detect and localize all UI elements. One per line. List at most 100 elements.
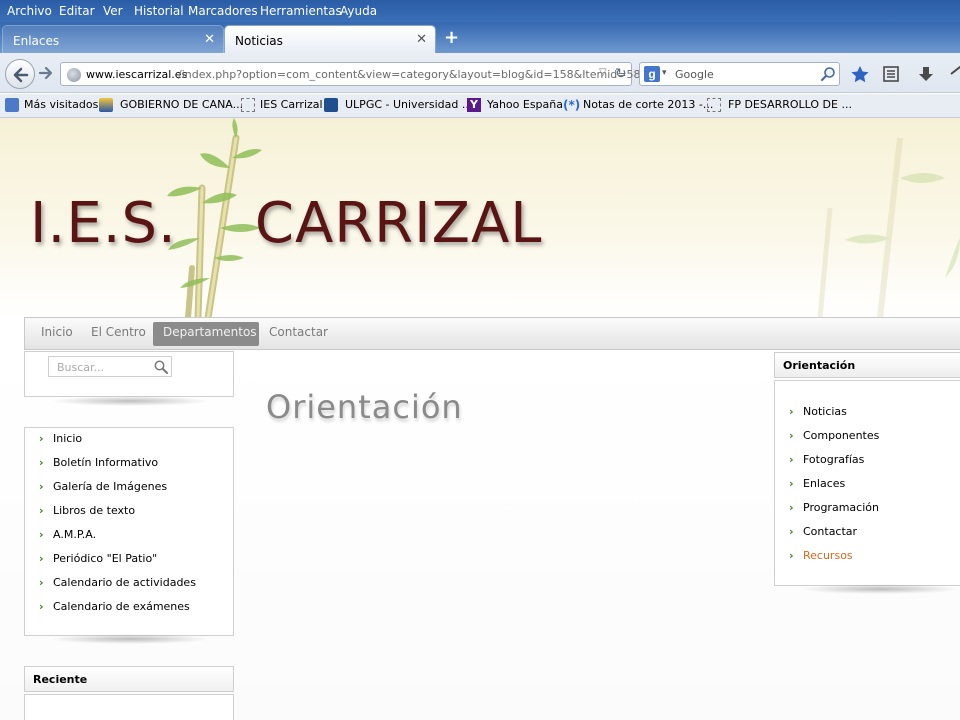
- right-item-enlaces[interactable]: › Enlaces: [789, 477, 845, 490]
- chevron-right-icon: ›: [789, 453, 794, 466]
- bookmark-ulpgc[interactable]: ULPGC - Universidad ...: [345, 98, 472, 111]
- recent-panel: [24, 694, 234, 720]
- url-bar[interactable]: www.iescarrizal.es /index.php?option=com…: [60, 62, 647, 86]
- menu-item-boletin[interactable]: › Boletín Informativo: [39, 456, 158, 469]
- globe-icon: [67, 68, 81, 82]
- url-host: www.iescarrizal.es: [86, 68, 188, 81]
- nav-inicio[interactable]: Inicio: [41, 325, 73, 339]
- menu-herramientas[interactable]: Herramientas: [260, 4, 342, 18]
- site-search-placeholder: Buscar...: [57, 361, 105, 374]
- right-panel: › Noticias › Componentes › Fotografías › Enl…: [774, 380, 960, 586]
- bookmark-yahoo[interactable]: Yahoo España: [487, 98, 563, 111]
- new-tab-button[interactable]: +: [444, 27, 459, 48]
- right-panel-header: Orientación: [774, 352, 960, 378]
- right-item-contactar[interactable]: › Contactar: [789, 525, 857, 538]
- chevron-right-icon: ›: [789, 549, 794, 562]
- chevron-right-icon: ›: [789, 429, 794, 442]
- menu-historial[interactable]: Historial: [134, 4, 184, 18]
- bookmarks-list-icon[interactable]: [882, 65, 900, 83]
- chevron-right-icon: ›: [789, 477, 794, 490]
- search-bar[interactable]: g ▾ Google: [639, 62, 840, 86]
- navigation-toolbar: www.iescarrizal.es /index.php?option=com…: [0, 53, 960, 93]
- right-item-fotografias[interactable]: › Fotografías: [789, 453, 864, 466]
- right-item-componentes[interactable]: › Componentes: [789, 429, 879, 442]
- chevron-right-icon: ›: [39, 528, 44, 541]
- menu-item-ampa[interactable]: › A.M.P.A.: [39, 528, 96, 541]
- reload-icon[interactable]: ↻: [615, 66, 627, 82]
- logo-carrizal: CARRIZAL: [254, 191, 543, 256]
- nav-el-centro[interactable]: El Centro: [91, 325, 146, 339]
- nav-contactar[interactable]: Contactar: [269, 325, 328, 339]
- main-nav: Inicio El Centro Departamentos Contactar: [24, 317, 960, 350]
- chevron-right-icon: ›: [39, 480, 44, 493]
- menu-marcadores[interactable]: Marcadores: [188, 4, 258, 18]
- dropdown-arrow-icon[interactable]: ▽: [599, 67, 607, 78]
- close-icon[interactable]: ✕: [416, 32, 427, 47]
- menu-item-libros[interactable]: › Libros de texto: [39, 504, 135, 517]
- bamboo-decoration: [817, 137, 960, 318]
- recent-title: Reciente: [33, 673, 88, 686]
- search-panel: Buscar...: [24, 351, 234, 397]
- forward-arrow-icon[interactable]: [38, 65, 54, 81]
- recent-panel-header: Reciente: [24, 666, 234, 692]
- right-item-noticias[interactable]: › Noticias: [789, 405, 847, 418]
- search-placeholder: Google: [675, 68, 714, 81]
- tab-enlaces[interactable]: Enlaces ✕: [2, 25, 224, 53]
- bookmark-ies-carrizal[interactable]: IES Carrizal: [260, 98, 323, 111]
- home-icon[interactable]: [950, 65, 960, 83]
- chevron-right-icon: ›: [789, 525, 794, 538]
- right-item-programacion[interactable]: › Programación: [789, 501, 879, 514]
- close-icon[interactable]: ✕: [204, 32, 215, 47]
- page-content: I.E.S. CARRIZAL Inicio El Centro Departam…: [0, 118, 960, 720]
- menu-editar[interactable]: Editar: [59, 4, 95, 18]
- back-button[interactable]: [5, 59, 35, 89]
- chevron-right-icon: ›: [789, 405, 794, 418]
- left-menu: › Inicio › Boletín Informativo › Galería de…: [24, 427, 234, 636]
- bookmark-mas-visitados[interactable]: Más visitados: [24, 98, 98, 111]
- gobierno-icon: [99, 98, 113, 112]
- right-panel-title: Orientación: [783, 359, 856, 372]
- menu-ver[interactable]: Ver: [103, 4, 123, 18]
- menu-item-periodico[interactable]: › Periódico "El Patio": [39, 552, 157, 565]
- yahoo-icon: Y: [467, 98, 481, 112]
- chevron-right-icon: ›: [39, 600, 44, 613]
- tab-strip: Enlaces ✕ Noticias ✕ +: [0, 22, 960, 53]
- site-search-input[interactable]: Buscar...: [48, 356, 172, 377]
- notas-icon: (*): [563, 98, 581, 112]
- site-logo[interactable]: I.E.S. CARRIZAL: [30, 191, 542, 256]
- search-icon[interactable]: [820, 66, 836, 82]
- chevron-down-icon[interactable]: ▾: [662, 68, 667, 78]
- page-icon: [707, 98, 721, 112]
- menu-ayuda[interactable]: Ayuda: [340, 4, 377, 18]
- menu-item-cal-examenes[interactable]: › Calendario de exámenes: [39, 600, 190, 613]
- bookmarks-toolbar: Más visitados GOBIERNO DE CANA... IES Ca…: [0, 94, 960, 118]
- chevron-right-icon: ›: [39, 432, 44, 445]
- chevron-right-icon: ›: [39, 576, 44, 589]
- bookmark-gobierno[interactable]: GOBIERNO DE CANA...: [120, 98, 243, 111]
- tab-noticias[interactable]: Noticias ✕: [224, 25, 436, 53]
- menu-item-galeria[interactable]: › Galería de Imágenes: [39, 480, 167, 493]
- download-icon[interactable]: [917, 65, 935, 83]
- nav-departamentos[interactable]: Departamentos: [153, 322, 259, 346]
- page-icon: [241, 98, 255, 112]
- bookmark-fp-desarrollo[interactable]: FP DESARROLLO DE ...: [728, 98, 852, 111]
- right-item-recursos[interactable]: › Recursos: [789, 549, 853, 562]
- back-arrow-icon: [13, 67, 29, 83]
- star-bookmark-icon[interactable]: [850, 65, 870, 83]
- chevron-right-icon: ›: [39, 504, 44, 517]
- google-icon[interactable]: g: [644, 66, 660, 82]
- tab-label: Noticias: [235, 34, 283, 48]
- page-title: Orientación: [266, 388, 463, 426]
- ulpgc-icon: [324, 98, 338, 112]
- menu-item-inicio[interactable]: › Inicio: [39, 432, 82, 445]
- url-path: /index.php?option=com_content&view=categ…: [178, 68, 648, 81]
- menu-archivo[interactable]: Archivo: [7, 4, 52, 18]
- nav-departamentos-label: Departamentos: [163, 325, 257, 339]
- logo-ies: I.E.S.: [30, 191, 177, 256]
- search-icon[interactable]: [153, 359, 169, 375]
- menu-bar: Archivo Editar Ver Historial Marcadores …: [0, 0, 960, 22]
- bookmark-notas-corte[interactable]: Notas de corte 2013 -...: [583, 98, 713, 111]
- menu-item-cal-actividades[interactable]: › Calendario de actividades: [39, 576, 196, 589]
- tab-label: Enlaces: [13, 34, 60, 48]
- most-visited-icon: [5, 98, 19, 112]
